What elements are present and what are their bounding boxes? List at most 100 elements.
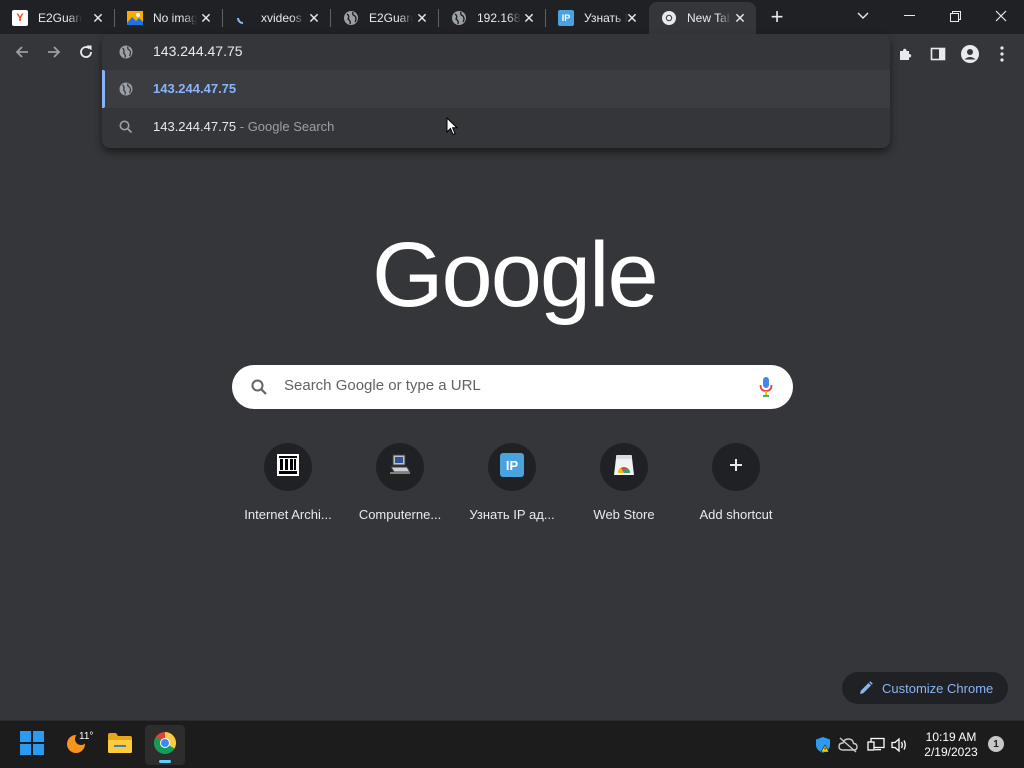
tab-title: xvideos [261, 11, 302, 25]
close-window-button[interactable] [978, 0, 1024, 32]
shortcut-tile [600, 443, 648, 491]
chrome-icon [153, 731, 177, 760]
plus-icon [728, 457, 744, 478]
globe-icon [451, 10, 467, 26]
globe-icon [118, 44, 134, 65]
tab-1[interactable]: Y E2Guardian ✕ [0, 2, 114, 34]
archive-icon [277, 453, 299, 481]
file-explorer-button[interactable] [100, 725, 140, 765]
selection-indicator [102, 70, 105, 108]
tab-5[interactable]: 192.168 ✕ [439, 2, 545, 34]
close-icon[interactable]: ✕ [306, 10, 322, 26]
shortcut-tile [376, 443, 424, 491]
suggestion-text: 143.244.47.75 - Google Search [153, 119, 334, 134]
network-icon[interactable] [866, 735, 886, 755]
tab-title: E2Guardian [38, 11, 82, 25]
shortcut-tile: IP [488, 443, 536, 491]
shortcut-internet-archive[interactable]: Internet Archi... [232, 440, 344, 530]
tab-title: Узнать IP [584, 11, 628, 25]
omnibox[interactable] [102, 34, 890, 70]
tab-search-chevron-down-icon[interactable] [840, 0, 886, 32]
yandex-icon: Y [12, 10, 28, 26]
suggestion-text: 143.244.47.75 [153, 81, 237, 96]
taskbar: 10:19 AM 2/19/2023 [0, 720, 1024, 768]
google-logo: Google [372, 224, 659, 326]
globe-icon [343, 10, 359, 26]
system-clock[interactable]: 10:19 AM 2/19/2023 [916, 730, 986, 760]
tab-title: 192.168 [477, 11, 521, 25]
close-icon[interactable]: ✕ [198, 10, 214, 26]
mouse-cursor-icon [446, 116, 459, 141]
address-bar-input[interactable] [153, 43, 753, 59]
tab-title: New Tab [687, 11, 731, 25]
shortcut-add[interactable]: Add shortcut [680, 440, 792, 530]
cloud-offline-icon[interactable] [838, 735, 858, 755]
close-icon[interactable]: ✕ [414, 10, 430, 26]
shortcut-tile [264, 443, 312, 491]
tab-7-active[interactable]: New Tab ✕ [649, 2, 756, 34]
pencil-icon [858, 680, 874, 699]
volume-icon[interactable] [890, 735, 910, 755]
omnibox-popup: 143.244.47.75 143.244.47.75 - Google Sea… [102, 34, 890, 148]
tab-title: No image [153, 11, 197, 25]
back-button[interactable] [8, 38, 36, 66]
ip-icon: IP [558, 10, 574, 26]
windows-logo-icon [20, 730, 44, 760]
windows-security-icon[interactable] [814, 735, 834, 755]
forward-button[interactable] [40, 38, 68, 66]
search-input[interactable] [284, 377, 724, 394]
close-icon[interactable]: ✕ [624, 10, 640, 26]
close-icon[interactable]: ✕ [732, 10, 748, 26]
webstore-icon [612, 454, 636, 481]
chrome-icon [661, 10, 677, 26]
search-icon [118, 119, 134, 138]
shortcut-label: Web Store [593, 507, 655, 522]
side-panel-icon[interactable] [924, 40, 952, 68]
clock-time: 10:19 AM [925, 730, 977, 744]
microphone-icon[interactable] [759, 376, 773, 403]
search-icon [250, 378, 268, 401]
suggestion-suffix: - Google Search [236, 119, 335, 134]
tab-strip: Y E2Guardian ✕ No image ✕ xvideos ✕ E2Gu… [0, 0, 1024, 34]
loading-spinner-icon [235, 10, 251, 26]
close-icon[interactable]: ✕ [90, 10, 106, 26]
search-box[interactable] [232, 365, 793, 409]
tab-title: E2Guardian [369, 11, 413, 25]
omnibox-suggestion-search[interactable]: 143.244.47.75 - Google Search [102, 108, 890, 146]
no-image-icon [127, 10, 143, 26]
shortcut-label: Узнать IP ад... [469, 507, 555, 522]
shortcut-label: Internet Archi... [244, 507, 332, 522]
shortcut-tile [712, 443, 760, 491]
new-tab-button[interactable]: + [764, 4, 790, 29]
minimize-button[interactable] [886, 0, 932, 32]
suggestion-query: 143.244.47.75 [153, 119, 237, 134]
folder-icon [107, 732, 133, 759]
svg-text:IP: IP [506, 458, 519, 473]
chrome-taskbar-button[interactable] [145, 725, 185, 765]
tab-2[interactable]: No image ✕ [115, 2, 222, 34]
globe-icon [118, 81, 134, 100]
notification-badge[interactable]: 1 [988, 736, 1004, 752]
customize-chrome-button[interactable]: Customize Chrome [842, 672, 1008, 704]
extensions-puzzle-icon[interactable] [892, 40, 920, 68]
start-button[interactable] [12, 725, 52, 765]
tab-6[interactable]: IP Узнать IP ✕ [546, 2, 648, 34]
omnibox-suggestion-url[interactable]: 143.244.47.75 [102, 70, 890, 108]
profile-avatar-icon[interactable] [956, 40, 984, 68]
restore-button[interactable] [932, 0, 978, 32]
shortcut-label: Computerne... [358, 507, 442, 522]
shortcut-computerne[interactable]: Computerne... [344, 440, 456, 530]
customize-chrome-label: Customize Chrome [882, 681, 994, 696]
ip-icon: IP [500, 452, 524, 482]
shortcut-web-store[interactable]: Web Store [568, 440, 680, 530]
shortcut-label: Add shortcut [699, 507, 773, 522]
weather-temperature: 11° [79, 731, 94, 742]
menu-kebab-icon[interactable] [988, 40, 1016, 68]
tab-3[interactable]: xvideos ✕ [223, 2, 330, 34]
shortcut-uznat-ip[interactable]: IP Узнать IP ад... [456, 440, 568, 530]
clock-date: 2/19/2023 [924, 745, 978, 759]
close-icon[interactable]: ✕ [521, 10, 537, 26]
tab-4[interactable]: E2Guardian ✕ [331, 2, 438, 34]
reload-button[interactable] [72, 38, 100, 66]
computer-icon [388, 454, 412, 481]
